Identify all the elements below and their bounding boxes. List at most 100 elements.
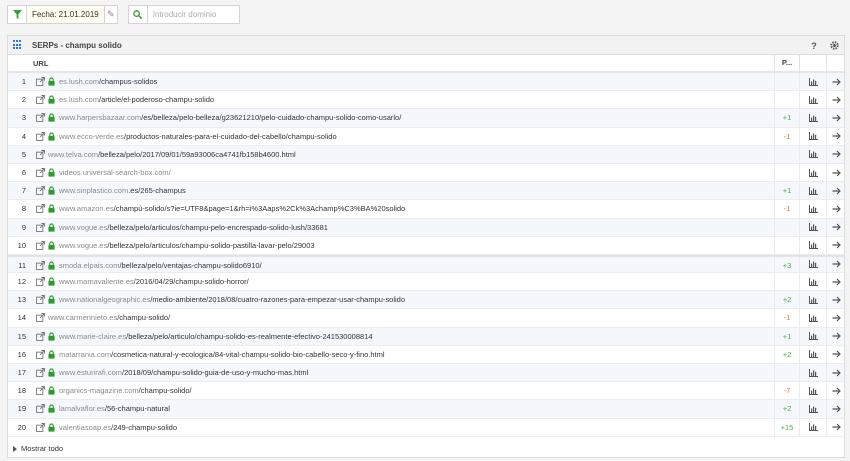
result-url-link[interactable]: www.harpersbazaar.com/es/belleza/pelo-be… [59, 109, 401, 127]
chart-button[interactable] [799, 163, 826, 182]
open-row-button[interactable] [826, 127, 846, 145]
chart-button[interactable] [799, 400, 826, 418]
result-url-link[interactable]: lamalvaflor.es/56-champu-natural [59, 400, 170, 418]
result-url-link[interactable]: www.sinplastico.com.es/265-champus [59, 182, 186, 200]
result-url-link[interactable]: www.mamavaliente.es/2016/04/29/champu-so… [59, 273, 249, 291]
column-url[interactable]: URL [33, 59, 48, 68]
result-path: /2018/09/champu-solido-guia-de-uso-y-muc… [121, 368, 309, 377]
external-link-icon[interactable] [36, 404, 45, 414]
bar-chart-icon [808, 77, 818, 86]
open-row-button[interactable] [826, 182, 846, 200]
external-link-icon[interactable] [36, 313, 45, 323]
external-link-icon[interactable] [36, 167, 45, 177]
external-link-icon[interactable] [36, 77, 45, 86]
result-domain: www.carmennieto.es [48, 313, 118, 323]
open-row-button[interactable] [826, 218, 846, 236]
result-url-link[interactable]: www.amazon.es/champú-solido/s?ie=UTF8&pa… [59, 200, 405, 218]
grid-icon[interactable] [13, 40, 23, 50]
edit-date-button[interactable]: ✎ [103, 5, 118, 24]
arrow-right-icon [832, 132, 841, 140]
open-row-button[interactable] [826, 345, 846, 363]
open-row-button[interactable] [826, 400, 846, 418]
external-link-icon[interactable] [36, 131, 45, 141]
chart-button[interactable] [799, 364, 826, 382]
chart-button[interactable] [799, 91, 826, 109]
open-row-button[interactable] [826, 291, 846, 309]
result-url-link[interactable]: www.carmennieto.es/champu-solido/ [48, 309, 170, 327]
result-url-link[interactable]: www.telva.com/belleza/pelo/2017/09/01/59… [48, 146, 296, 164]
chart-button[interactable] [799, 291, 826, 309]
chart-button[interactable] [799, 309, 826, 327]
result-url-link[interactable]: www.ecco-verde.es/productos-naturales-pa… [59, 128, 337, 146]
open-row-button[interactable] [826, 163, 846, 182]
external-link-icon[interactable] [36, 113, 45, 123]
external-link-icon[interactable] [36, 240, 45, 250]
result-url-link[interactable]: www.esturirafi.com/2018/09/champu-solido… [59, 364, 308, 382]
external-link-icon[interactable] [36, 386, 45, 396]
open-row-button[interactable] [826, 73, 846, 91]
chart-button[interactable] [799, 145, 826, 163]
external-link-icon[interactable] [36, 422, 45, 432]
open-row-button[interactable] [826, 273, 846, 291]
chart-button[interactable] [799, 273, 826, 291]
external-link-icon[interactable] [36, 331, 45, 341]
position-change: +1 [774, 109, 799, 127]
result-url-link[interactable]: matarrania.com/cosmetica-natural-y-ecolo… [59, 346, 385, 364]
position-change: +15 [774, 418, 799, 436]
external-link-icon[interactable] [36, 295, 45, 305]
external-link-icon[interactable] [36, 186, 45, 196]
external-link-icon[interactable] [36, 349, 45, 359]
result-url-link[interactable]: www.vogue.es/belleza/pelo/articulos/cham… [59, 219, 328, 237]
open-row-button[interactable] [826, 382, 846, 400]
result-url-link[interactable]: www.vogue.es/belleza/pelo/articulos/cham… [59, 237, 315, 255]
open-row-button[interactable] [826, 256, 846, 273]
open-row-button[interactable] [826, 418, 846, 436]
result-url-link[interactable]: es.lush.com/champus-solidos [59, 73, 157, 91]
chart-button[interactable] [799, 327, 826, 345]
external-link-icon[interactable] [36, 277, 45, 286]
table-row: 2 es.lush.com/article/el-poderoso-champu-… [8, 91, 846, 110]
row-rank: 18 [17, 386, 26, 396]
result-url-link[interactable]: es.lush.com/article/el-poderoso-champu-s… [59, 91, 214, 109]
open-row-button[interactable] [826, 200, 846, 218]
result-url-link[interactable]: videos.universal-search-box.com/ [59, 164, 171, 182]
result-url-link[interactable]: www.marie-claire.es/belleza/pelo/articul… [59, 328, 373, 346]
open-row-button[interactable] [826, 145, 846, 163]
result-url-link[interactable]: www.nationalgeographic.es/medio-ambiente… [59, 291, 405, 309]
help-icon[interactable]: ? [804, 36, 824, 55]
open-row-button[interactable] [826, 109, 846, 127]
open-row-button[interactable] [826, 236, 846, 254]
search-button[interactable] [127, 5, 148, 24]
chart-button[interactable] [799, 127, 826, 145]
settings-gear-icon[interactable] [824, 36, 844, 55]
chart-button[interactable] [799, 200, 826, 218]
chart-button[interactable] [799, 345, 826, 363]
chart-button[interactable] [799, 218, 826, 236]
chart-button[interactable] [799, 418, 826, 436]
open-row-button[interactable] [826, 91, 846, 109]
open-row-button[interactable] [826, 364, 846, 382]
chart-button[interactable] [799, 109, 826, 127]
external-link-icon[interactable] [36, 368, 45, 377]
external-link-icon[interactable] [36, 149, 45, 159]
chart-button[interactable] [799, 256, 826, 273]
external-link-icon[interactable] [36, 95, 45, 105]
date-selector[interactable]: Fecha: 21.01.2019 [27, 5, 104, 24]
chart-button[interactable] [799, 182, 826, 200]
chart-button[interactable] [799, 73, 826, 91]
external-link-icon[interactable] [36, 204, 45, 214]
bar-chart-icon [808, 95, 818, 104]
filter-button[interactable] [7, 5, 27, 24]
result-url-link[interactable]: valentiasoap.es/249-champu-solido [59, 419, 177, 437]
external-link-icon[interactable] [36, 222, 45, 232]
lock-icon [48, 295, 55, 304]
open-row-button[interactable] [826, 327, 846, 345]
result-url-link[interactable]: organics-magazine.com/champu-solido/ [59, 382, 192, 400]
open-row-button[interactable] [826, 309, 846, 327]
chart-button[interactable] [799, 236, 826, 254]
column-position[interactable]: P... [774, 54, 799, 72]
external-link-icon[interactable] [36, 260, 45, 270]
domain-input[interactable] [147, 5, 240, 24]
show-all-link[interactable]: Mostrar todo [13, 444, 63, 453]
chart-button[interactable] [799, 382, 826, 400]
